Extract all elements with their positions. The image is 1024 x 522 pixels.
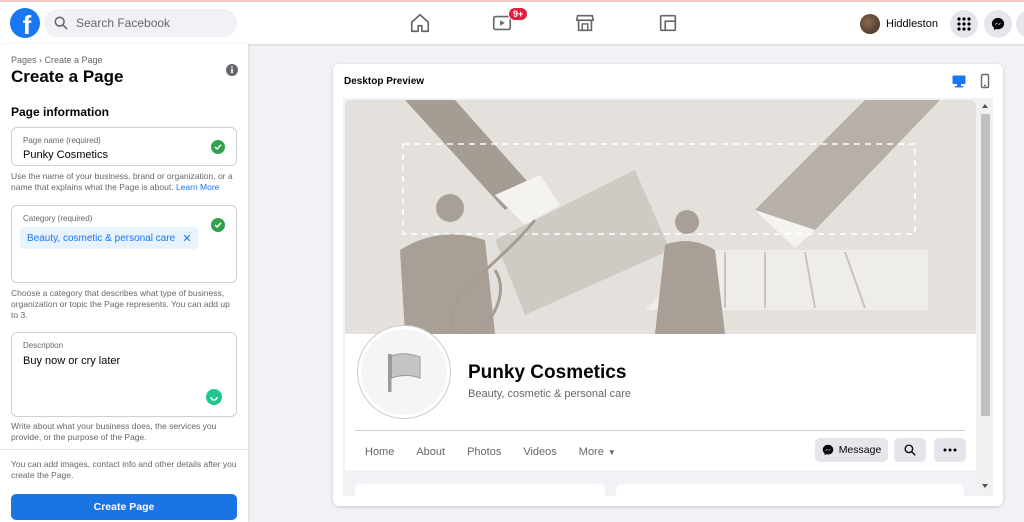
description-value[interactable]: Buy now or cry later bbox=[23, 355, 120, 367]
description-field[interactable]: Description Buy now or cry later bbox=[11, 332, 237, 417]
cover-photo bbox=[345, 100, 976, 334]
tab-photos[interactable]: Photos bbox=[467, 446, 501, 458]
category-chip-label: Beauty, cosmetic & personal care bbox=[27, 232, 176, 244]
breadcrumb[interactable]: Pages › Create a Page bbox=[11, 55, 103, 65]
profile-shortcut[interactable]: Hiddleston bbox=[860, 11, 938, 37]
description-helper: Write about what your business does, the… bbox=[11, 421, 217, 442]
messenger-icon bbox=[822, 444, 833, 456]
facebook-logo-icon[interactable]: f bbox=[10, 8, 40, 38]
valid-check-icon bbox=[211, 140, 225, 154]
info-icon[interactable] bbox=[226, 64, 238, 76]
preview-page-category: Beauty, cosmetic & personal care bbox=[468, 388, 632, 400]
profile-name: Hiddleston bbox=[886, 18, 938, 30]
page-header: Punky Cosmetics Beauty, cosmetic & perso… bbox=[345, 326, 976, 470]
create-page-button[interactable]: Create Page bbox=[11, 494, 237, 520]
scroll-up-icon[interactable] bbox=[982, 104, 988, 108]
messenger-button[interactable] bbox=[984, 10, 1012, 38]
content-card bbox=[616, 484, 964, 496]
tab-about[interactable]: About bbox=[416, 446, 445, 458]
caret-down-icon: ▼ bbox=[607, 447, 616, 457]
search-input[interactable] bbox=[76, 16, 226, 30]
gaming-icon[interactable] bbox=[657, 12, 679, 34]
tab-home[interactable]: Home bbox=[365, 446, 394, 458]
category-helper: Choose a category that describes what ty… bbox=[11, 288, 230, 320]
cover-illustration bbox=[345, 100, 976, 334]
tab-videos[interactable]: Videos bbox=[523, 446, 556, 458]
page-name-field[interactable]: Page name (required) Punky Cosmetics bbox=[11, 127, 237, 166]
mobile-view-icon[interactable] bbox=[977, 73, 993, 89]
remove-category-icon[interactable]: ✕ bbox=[182, 232, 191, 245]
page-name-label: Page name (required) bbox=[23, 136, 101, 145]
page-name-value[interactable]: Punky Cosmetics bbox=[23, 149, 108, 161]
ellipsis-icon bbox=[943, 448, 957, 452]
grid-menu-icon bbox=[957, 17, 971, 31]
category-chip: Beauty, cosmetic & personal care ✕ bbox=[20, 227, 199, 249]
section-title: Page information bbox=[11, 105, 110, 119]
preview-title: Desktop Preview bbox=[344, 76, 425, 87]
preview-scrollbar[interactable] bbox=[979, 100, 991, 494]
profile-picture bbox=[358, 326, 450, 418]
page-name-helper: Use the name of your business, brand or … bbox=[11, 171, 233, 192]
search-icon bbox=[904, 444, 916, 456]
notification-badge: 9+ bbox=[508, 7, 529, 21]
valid-check-icon bbox=[211, 218, 225, 232]
learn-more-link[interactable]: Learn More bbox=[176, 182, 219, 192]
category-field[interactable]: Category (required) Beauty, cosmetic & p… bbox=[11, 205, 237, 283]
preview-page-name: Punky Cosmetics bbox=[468, 362, 627, 383]
search-page-button[interactable] bbox=[894, 438, 926, 462]
tab-divider bbox=[355, 430, 965, 431]
messenger-icon bbox=[991, 17, 1005, 31]
create-page-sidebar: Pages › Create a Page Create a Page Page… bbox=[0, 44, 248, 522]
notifications-button[interactable] bbox=[1016, 10, 1024, 38]
desktop-view-icon[interactable] bbox=[951, 73, 967, 89]
marketplace-icon[interactable] bbox=[574, 12, 596, 34]
tab-more[interactable]: More ▼ bbox=[579, 446, 616, 458]
preview-canvas: Punky Cosmetics Beauty, cosmetic & perso… bbox=[343, 98, 993, 496]
message-button-label: Message bbox=[838, 444, 882, 456]
page-tabs: Home About Photos Videos More ▼ bbox=[365, 446, 638, 458]
more-options-button[interactable] bbox=[934, 438, 966, 462]
scroll-thumb[interactable] bbox=[981, 114, 990, 416]
description-label: Description bbox=[23, 341, 64, 350]
footer-note: You can add images, contact info and oth… bbox=[11, 459, 237, 480]
content-card bbox=[355, 484, 605, 496]
top-navigation-bar: f 9+ Hiddleston bbox=[0, 0, 1024, 44]
desktop-preview-panel: Desktop Preview Punky Cosmetics Beauty, … bbox=[333, 64, 1003, 506]
flag-icon bbox=[388, 353, 421, 392]
scroll-down-icon[interactable] bbox=[982, 484, 988, 488]
menu-button[interactable] bbox=[950, 10, 978, 38]
grammar-assistant-icon[interactable] bbox=[206, 389, 222, 405]
page-title: Create a Page bbox=[11, 67, 124, 86]
sidebar-footer: You can add images, contact info and oth… bbox=[0, 449, 248, 522]
category-label: Category (required) bbox=[23, 214, 93, 223]
message-button[interactable]: Message bbox=[815, 438, 888, 462]
search-icon bbox=[54, 16, 68, 30]
home-icon[interactable] bbox=[409, 12, 431, 34]
avatar bbox=[860, 14, 880, 34]
search-box[interactable] bbox=[44, 9, 237, 37]
